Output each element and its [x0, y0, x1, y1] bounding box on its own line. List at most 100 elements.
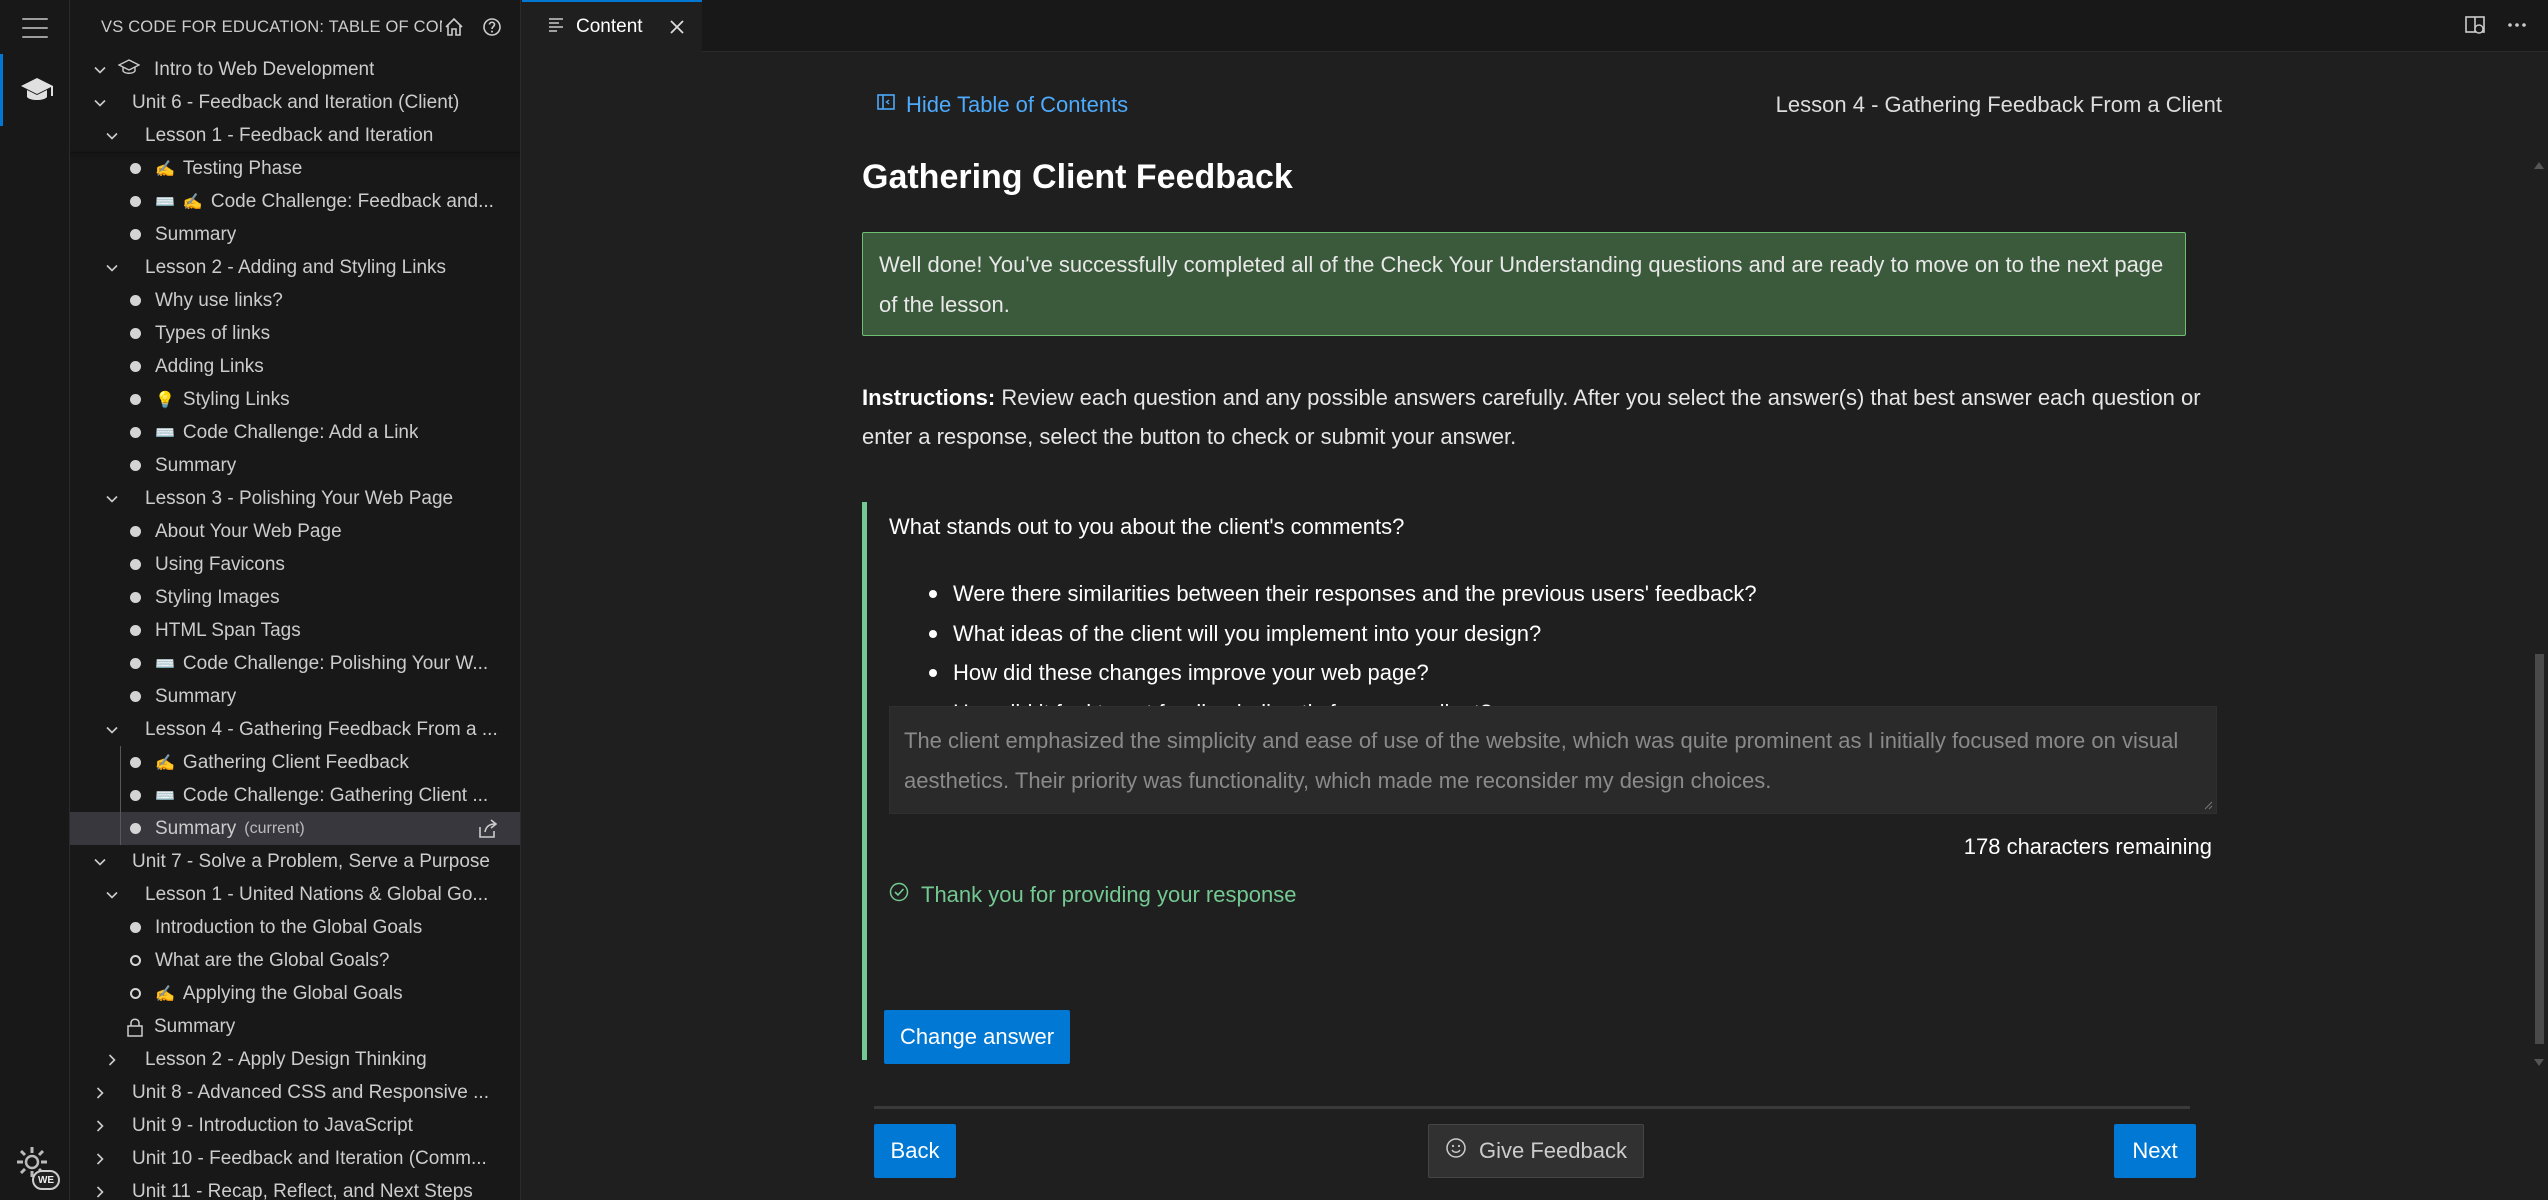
completed-dot-icon [130, 691, 141, 702]
chevron-right-icon[interactable] [102, 1050, 122, 1070]
toc-item-page[interactable]: Summary [70, 680, 520, 713]
progress-circle-icon [130, 955, 141, 966]
toc-item-lesson[interactable]: Lesson 3 - Polishing Your Web Page [70, 482, 520, 515]
completed-dot-icon [130, 559, 141, 570]
account-badge: WE [32, 1170, 60, 1190]
activity-bar: WE [0, 0, 70, 1200]
toc-item-page[interactable]: ✍️ Gathering Client Feedback [70, 746, 520, 779]
keyboard-icon: ⌨️ [155, 193, 175, 211]
response-textarea[interactable]: The client emphasized the simplicity and… [889, 706, 2217, 814]
home-icon[interactable] [442, 15, 466, 39]
toc-item-label: Summary [155, 817, 237, 839]
menu-icon[interactable] [20, 14, 50, 42]
lightbulb-icon: 💡 [155, 391, 175, 409]
page-title: Gathering Client Feedback [862, 158, 1293, 196]
back-button[interactable]: Back [874, 1124, 956, 1178]
toc-item-page[interactable]: ✍️ Testing Phase [70, 152, 520, 185]
completed-dot-icon [130, 592, 141, 603]
toc-item-label: Summary [154, 1015, 236, 1037]
next-button[interactable]: Next [2114, 1124, 2196, 1178]
prompt-item: How did these changes improve your web p… [929, 653, 1757, 693]
more-actions-icon[interactable] [2506, 14, 2528, 41]
toc-item-unit[interactable]: Unit 11 - Recap, Reflect, and Next Steps [70, 1175, 520, 1200]
success-banner: Well done! You've successfully completed… [862, 232, 2186, 336]
toc-item-unit[interactable]: Unit 8 - Advanced CSS and Responsive ... [70, 1076, 520, 1109]
toc-item-page[interactable]: What are the Global Goals? [70, 944, 520, 977]
chevron-right-icon[interactable] [90, 1149, 110, 1169]
give-feedback-button[interactable]: Give Feedback [1428, 1124, 1644, 1178]
toc-item-page[interactable]: 💡 Styling Links [70, 383, 520, 416]
toc-item-page[interactable]: Introduction to the Global Goals [70, 911, 520, 944]
toc-item-lesson[interactable]: Lesson 2 - Apply Design Thinking [70, 1043, 520, 1076]
toc-item-page[interactable]: Types of links [70, 317, 520, 350]
close-tab-icon[interactable] [666, 16, 688, 38]
chevron-down-icon[interactable] [102, 885, 122, 905]
chevron-down-icon[interactable] [90, 93, 110, 113]
education-icon[interactable] [0, 54, 70, 126]
response-text: The client emphasized the simplicity and… [904, 728, 2179, 793]
toc-item-page[interactable]: ✍️ Applying the Global Goals [70, 977, 520, 1010]
completed-dot-icon [130, 625, 141, 636]
toc-item-page[interactable]: Adding Links [70, 350, 520, 383]
toc-item-course[interactable]: Intro to Web Development [70, 53, 520, 86]
toc-item-label: Lesson 1 - United Nations & Global Go... [145, 883, 489, 905]
toc-item-label: Lesson 1 - Feedback and Iteration [145, 124, 434, 146]
toc-item-page[interactable]: Summary [70, 449, 520, 482]
toc-item-unit[interactable]: Unit 6 - Feedback and Iteration (Client) [70, 86, 520, 119]
toc-item-page[interactable]: Summary [70, 1010, 520, 1043]
graduation-cap-icon [117, 59, 141, 80]
toc-item-lesson[interactable]: Lesson 4 - Gathering Feedback From a ... [70, 713, 520, 746]
settings-gear-icon[interactable]: WE [14, 1144, 60, 1190]
toc-item-label: Unit 8 - Advanced CSS and Responsive ... [132, 1081, 489, 1103]
toc-item-page[interactable]: Summary (current) [70, 812, 520, 846]
characters-remaining: 178 characters remaining [1963, 834, 2212, 859]
toc-item-lesson[interactable]: Lesson 1 - Feedback and Iteration [70, 119, 520, 152]
chevron-right-icon[interactable] [90, 1116, 110, 1136]
tab-content[interactable]: Content [522, 0, 702, 52]
keyboard-icon: ⌨️ [155, 787, 175, 805]
chevron-down-icon[interactable] [102, 720, 122, 740]
toc-item-lesson[interactable]: Lesson 1 - United Nations & Global Go... [70, 878, 520, 911]
chevron-down-icon[interactable] [102, 258, 122, 278]
toc-item-page[interactable]: ⌨️ Code Challenge: Add a Link [70, 416, 520, 449]
toc-item-label: Code Challenge: Polishing Your W... [182, 652, 489, 674]
toc-item-page[interactable]: Summary [70, 218, 520, 251]
scrollbar-thumb[interactable] [2535, 654, 2544, 1044]
toc-item-page[interactable]: HTML Span Tags [70, 614, 520, 647]
chevron-right-icon[interactable] [90, 1182, 110, 1200]
toc-item-page[interactable]: Why use links? [70, 284, 520, 317]
chevron-down-icon[interactable] [90, 60, 110, 80]
toc-item-label: HTML Span Tags [155, 619, 301, 641]
writing-hand-icon: ✍️ [182, 193, 203, 211]
scroll-down-icon[interactable] [2534, 1059, 2544, 1066]
chevron-down-icon[interactable] [90, 852, 110, 872]
toc-item-page[interactable]: Using Favicons [70, 548, 520, 581]
split-editor-icon[interactable] [2464, 14, 2486, 41]
toc-item-page[interactable]: ⌨️ Code Challenge: Polishing Your W... [70, 647, 520, 680]
chevron-right-icon[interactable] [90, 1083, 110, 1103]
chevron-down-icon[interactable] [102, 489, 122, 509]
toc-item-label: Code Challenge: Feedback and... [210, 190, 494, 212]
toc-item-page[interactable]: Styling Images [70, 581, 520, 614]
toc-item-unit[interactable]: Unit 10 - Feedback and Iteration (Comm..… [70, 1142, 520, 1175]
toc-item-label: Summary [155, 685, 237, 707]
toc-item-page[interactable]: ⌨️ Code Challenge: Gathering Client ... [70, 779, 520, 812]
help-icon[interactable] [480, 15, 504, 39]
toc-item-label: Gathering Client Feedback [182, 751, 409, 773]
toc-item-lesson[interactable]: Lesson 2 - Adding and Styling Links [70, 251, 520, 284]
resize-handle-icon[interactable] [2203, 800, 2213, 810]
chevron-down-icon[interactable] [102, 126, 122, 146]
hide-toc-link[interactable]: Hide Table of Contents [876, 92, 1128, 118]
document-lines-icon [548, 16, 564, 38]
toc-item-unit[interactable]: Unit 9 - Introduction to JavaScript [70, 1109, 520, 1142]
writing-hand-icon: ✍️ [155, 754, 175, 772]
toc-item-page[interactable]: About Your Web Page [70, 515, 520, 548]
toc-item-unit[interactable]: Unit 7 - Solve a Problem, Serve a Purpos… [70, 845, 520, 878]
change-answer-button[interactable]: Change answer [884, 1010, 1070, 1064]
vertical-scrollbar[interactable] [2530, 52, 2548, 1200]
toc-item-page[interactable]: ⌨️ ✍️ Code Challenge: Feedback and... [70, 185, 520, 218]
instructions: Instructions: Review each question and a… [862, 378, 2212, 456]
share-icon[interactable] [477, 818, 499, 846]
scroll-up-icon[interactable] [2534, 162, 2544, 169]
completed-dot-icon [130, 658, 141, 669]
